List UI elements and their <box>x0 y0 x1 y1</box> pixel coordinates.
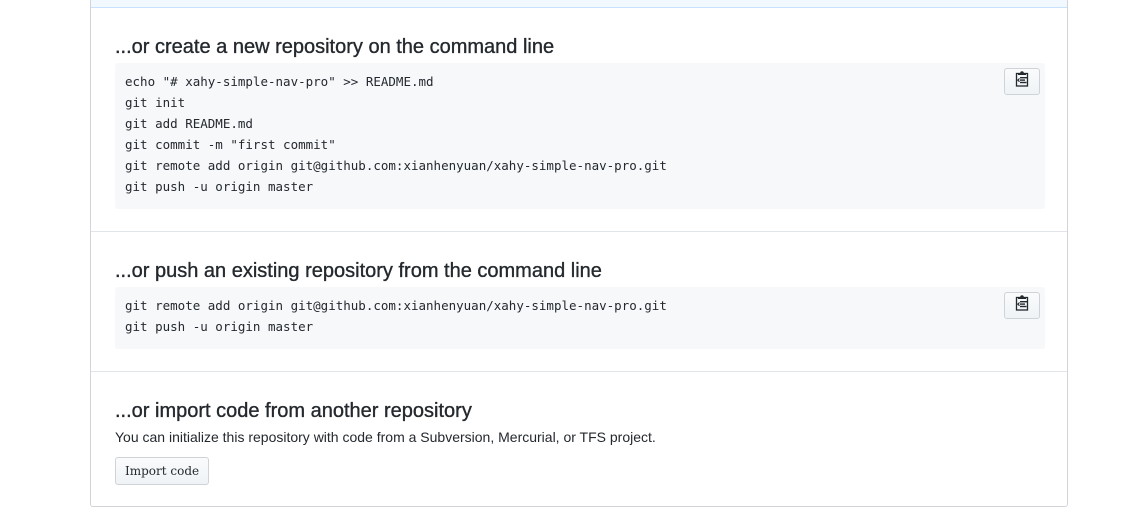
section-divider <box>91 231 1067 232</box>
push-repo-title: ...or push an existing repository from t… <box>115 260 602 282</box>
create-repo-title: ...or create a new repository on the com… <box>115 36 555 58</box>
copy-create-commands-button[interactable] <box>1004 68 1040 95</box>
section-divider <box>91 371 1067 372</box>
code-line: git commit -m "first commit" <box>125 137 336 152</box>
push-repo-code-block: git remote add origin git@github.com:xia… <box>115 287 1045 349</box>
code-line: git push -u origin master <box>125 179 314 194</box>
quick-setup-strip <box>91 0 1067 8</box>
repo-setup-panel: ...or create a new repository on the com… <box>90 0 1068 507</box>
import-description: You can initialize this repository with … <box>115 429 656 445</box>
create-repo-section: ...or create a new repository on the com… <box>91 35 1067 209</box>
copy-push-commands-button[interactable] <box>1004 292 1040 319</box>
create-repo-code-block: echo "# xahy-simple-nav-pro" >> README.m… <box>115 63 1045 209</box>
clippy-icon <box>1015 71 1029 92</box>
code-line: git init <box>125 95 186 110</box>
code-line: git remote add origin git@github.com:xia… <box>125 298 667 313</box>
push-repo-section: ...or push an existing repository from t… <box>91 259 1067 349</box>
clippy-icon <box>1015 295 1029 316</box>
code-line: echo "# xahy-simple-nav-pro" >> README.m… <box>125 74 434 89</box>
code-line: git push -u origin master <box>125 319 314 334</box>
code-line: git add README.md <box>125 116 253 131</box>
import-repo-section: ...or import code from another repositor… <box>91 399 1067 485</box>
code-line: git remote add origin git@github.com:xia… <box>125 158 667 173</box>
import-code-button[interactable]: Import code <box>115 457 210 485</box>
import-repo-title: ...or import code from another repositor… <box>115 400 472 422</box>
